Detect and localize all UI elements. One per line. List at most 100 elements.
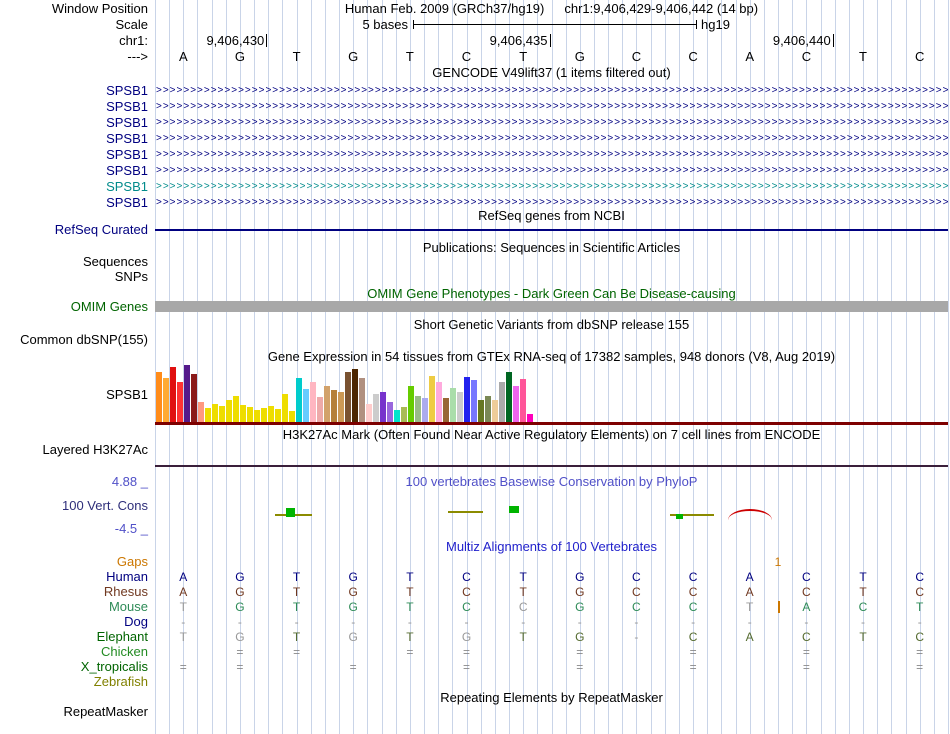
species-label-elephant[interactable]: Elephant <box>0 630 148 644</box>
gtex-tissue-bar[interactable] <box>527 414 533 422</box>
alignment-base: T <box>495 585 552 599</box>
gene-label[interactable]: SPSB1 <box>0 84 148 98</box>
track-label-layered-h3k27ac[interactable]: Layered H3K27Ac <box>0 443 148 457</box>
gene-label[interactable]: SPSB1 <box>0 196 148 210</box>
gtex-tissue-bar[interactable] <box>450 388 456 422</box>
alignment-base: G <box>212 585 269 599</box>
alignment-base: = <box>665 645 722 659</box>
gtex-tissue-bar[interactable] <box>492 400 498 422</box>
gtex-tissue-bar[interactable] <box>282 394 288 422</box>
omim-gene-bar[interactable] <box>155 301 948 312</box>
track-label-omim-genes[interactable]: OMIM Genes <box>0 300 148 314</box>
track-label-gtex-gene[interactable]: SPSB1 <box>0 388 148 402</box>
gtex-tissue-bar[interactable] <box>338 392 344 422</box>
gene-arrow-line[interactable]: >>>>>>>>>>>>>>>>>>>>>>>>>>>>>>>>>>>>>>>>… <box>156 116 948 130</box>
species-label-mouse[interactable]: Mouse <box>0 600 148 614</box>
species-label-zebrafish[interactable]: Zebrafish <box>0 675 148 689</box>
alignment-base: T <box>155 600 212 614</box>
gtex-tissue-bar[interactable] <box>366 404 372 422</box>
track-label-100-vert-cons[interactable]: 100 Vert. Cons <box>0 499 148 513</box>
gtex-tissue-bar[interactable] <box>205 408 211 422</box>
gene-label[interactable]: SPSB1 <box>0 132 148 146</box>
refseq-gene-line[interactable] <box>155 229 948 231</box>
gtex-tissue-bar[interactable] <box>499 382 505 422</box>
track-label-sequences[interactable]: Sequences <box>0 255 148 269</box>
gene-arrow-line[interactable]: >>>>>>>>>>>>>>>>>>>>>>>>>>>>>>>>>>>>>>>>… <box>156 100 948 114</box>
gtex-tissue-bar[interactable] <box>310 382 316 422</box>
gtex-tissue-bar[interactable] <box>233 396 239 422</box>
h3k27ac-signal-line[interactable] <box>155 465 948 467</box>
gtex-tissue-bar[interactable] <box>247 407 253 422</box>
species-label-chicken[interactable]: Chicken <box>0 645 148 659</box>
assembly-title: Human Feb. 2009 (GRCh37/hg19) <box>345 1 544 16</box>
species-label-human[interactable]: Human <box>0 570 148 584</box>
gtex-tissue-bar[interactable] <box>457 392 463 422</box>
gtex-tissue-bar[interactable] <box>394 410 400 422</box>
gene-arrow-line[interactable]: >>>>>>>>>>>>>>>>>>>>>>>>>>>>>>>>>>>>>>>>… <box>156 132 948 146</box>
alignment-base: C <box>665 570 722 584</box>
alignment-base: T <box>495 630 552 644</box>
track-label-repeatmasker[interactable]: RepeatMasker <box>0 705 148 719</box>
gtex-tissue-bar[interactable] <box>261 408 267 422</box>
gtex-tissue-bar[interactable] <box>359 378 365 422</box>
gene-label[interactable]: SPSB1 <box>0 180 148 194</box>
alignment-base: T <box>891 600 948 614</box>
gtex-tissue-bar[interactable] <box>380 392 386 422</box>
gtex-tissue-bar[interactable] <box>296 378 302 422</box>
gtex-tissue-bar[interactable] <box>275 409 281 422</box>
gtex-tissue-bar[interactable] <box>408 386 414 422</box>
gtex-tissue-bar[interactable] <box>198 402 204 422</box>
gtex-tissue-bar[interactable] <box>415 396 421 422</box>
gtex-tissue-bar[interactable] <box>352 369 358 422</box>
gtex-tissue-bar[interactable] <box>191 374 197 422</box>
gene-label[interactable]: SPSB1 <box>0 116 148 130</box>
gtex-tissue-bar[interactable] <box>464 377 470 422</box>
species-label-rhesus[interactable]: Rhesus <box>0 585 148 599</box>
gtex-tissue-bar[interactable] <box>240 405 246 422</box>
gene-arrow-line[interactable]: >>>>>>>>>>>>>>>>>>>>>>>>>>>>>>>>>>>>>>>>… <box>156 164 948 178</box>
alignment-base: G <box>212 570 269 584</box>
gtex-tissue-bar[interactable] <box>226 400 232 422</box>
gtex-tissue-bar[interactable] <box>520 379 526 422</box>
gtex-tissue-bar[interactable] <box>317 397 323 422</box>
gtex-tissue-bar[interactable] <box>478 400 484 422</box>
gtex-tissue-bar[interactable] <box>506 372 512 422</box>
gtex-tissue-bar[interactable] <box>289 411 295 422</box>
gtex-tissue-bar[interactable] <box>387 402 393 422</box>
gene-arrow-line[interactable]: >>>>>>>>>>>>>>>>>>>>>>>>>>>>>>>>>>>>>>>>… <box>156 180 948 194</box>
gene-label[interactable]: SPSB1 <box>0 148 148 162</box>
gtex-tissue-bar[interactable] <box>324 386 330 422</box>
gene-label[interactable]: SPSB1 <box>0 164 148 178</box>
gtex-tissue-bar[interactable] <box>429 376 435 422</box>
gtex-tissue-bar[interactable] <box>443 398 449 422</box>
gtex-tissue-bar[interactable] <box>401 407 407 422</box>
species-label-dog[interactable]: Dog <box>0 615 148 629</box>
gtex-tissue-bar[interactable] <box>513 386 519 422</box>
gene-arrow-line[interactable]: >>>>>>>>>>>>>>>>>>>>>>>>>>>>>>>>>>>>>>>>… <box>156 84 948 98</box>
gtex-tissue-bar[interactable] <box>184 365 190 422</box>
gtex-tissue-bar[interactable] <box>219 406 225 422</box>
track-label-snps[interactable]: SNPs <box>0 270 148 284</box>
gtex-tissue-bar[interactable] <box>422 398 428 422</box>
gtex-tissue-bar[interactable] <box>303 389 309 422</box>
gtex-tissue-bar[interactable] <box>170 367 176 422</box>
gtex-tissue-bar[interactable] <box>485 396 491 422</box>
gtex-tissue-bar[interactable] <box>163 378 169 422</box>
gene-arrow-line[interactable]: >>>>>>>>>>>>>>>>>>>>>>>>>>>>>>>>>>>>>>>>… <box>156 148 948 162</box>
gtex-tissue-bar[interactable] <box>436 382 442 422</box>
gtex-tissue-bar[interactable] <box>177 382 183 422</box>
alignment-base: - <box>495 615 552 629</box>
track-label-common-dbsnp[interactable]: Common dbSNP(155) <box>0 333 148 347</box>
gtex-tissue-bar[interactable] <box>373 394 379 422</box>
gtex-tissue-bar[interactable] <box>471 380 477 422</box>
gene-label[interactable]: SPSB1 <box>0 100 148 114</box>
gtex-tissue-bar[interactable] <box>268 406 274 422</box>
gtex-tissue-bar[interactable] <box>212 404 218 422</box>
gtex-tissue-bar[interactable] <box>254 410 260 422</box>
gtex-tissue-bar[interactable] <box>345 372 351 422</box>
species-label-x_tropicalis[interactable]: X_tropicalis <box>0 660 148 674</box>
gtex-tissue-bar[interactable] <box>156 372 162 422</box>
gtex-tissue-bar[interactable] <box>331 390 337 422</box>
species-label-gaps[interactable]: Gaps <box>0 555 148 569</box>
track-label-refseq-curated[interactable]: RefSeq Curated <box>0 223 148 237</box>
